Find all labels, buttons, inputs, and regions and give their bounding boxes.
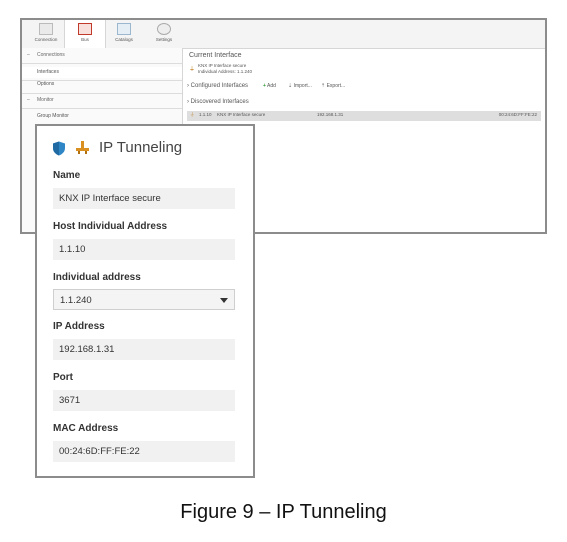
divider <box>22 63 182 64</box>
individual-address-select[interactable]: 1.1.240 <box>53 289 235 310</box>
ip-address-label: IP Address <box>53 321 105 332</box>
ip-tunneling-panel: IP Tunneling Name KNX IP Interface secur… <box>35 124 255 478</box>
figure-caption: Figure 9 – IP Tunneling <box>180 501 387 523</box>
sidebar-item-options[interactable]: Options <box>22 79 182 90</box>
export-icon: ⇡ <box>321 83 326 89</box>
row-name: KNX IP Interface secure <box>217 112 266 117</box>
sidebar-item-group-monitor[interactable]: Group Monitor <box>22 111 182 122</box>
host-individual-address-label: Host Individual Address <box>53 221 168 232</box>
plug-icon: ⏚ <box>189 67 196 73</box>
ip-address-field[interactable]: 192.168.1.31 <box>53 339 235 360</box>
current-interface-heading: Current Interface <box>189 52 242 59</box>
configured-interfaces-heading[interactable]: › Configured Interfaces <box>187 83 248 89</box>
toolbar-settings-label: Settings <box>155 37 173 42</box>
settings-icon <box>157 23 171 35</box>
chevron-down-icon: › <box>187 99 189 105</box>
name-field[interactable]: KNX IP Interface secure <box>53 188 235 209</box>
toolbar-connection-button[interactable]: Connection <box>26 20 66 47</box>
sidebar-item-interfaces[interactable]: Interfaces <box>22 67 182 78</box>
toolbar-settings-button[interactable]: Settings <box>144 20 184 47</box>
chevron-down-icon <box>220 298 228 303</box>
name-label: Name <box>53 170 81 181</box>
host-individual-address-field[interactable]: 1.1.10 <box>53 239 235 260</box>
mac-address-label: MAC Address <box>53 423 119 434</box>
sidebar-group-connections[interactable]: – Connections <box>22 50 182 61</box>
port-field[interactable]: 3671 <box>53 390 235 411</box>
import-icon: ⇣ <box>288 83 293 89</box>
import-button[interactable]: ⇣ Import... <box>288 83 312 89</box>
toolbar-catalogs-label: Catalogs <box>115 37 133 42</box>
discovered-interface-row[interactable]: ⏚ 1.1.10 KNX IP Interface secure 192.168… <box>187 111 541 121</box>
divider <box>22 93 182 94</box>
current-interface-name[interactable]: KNX IP Interface secure <box>198 63 246 68</box>
export-button[interactable]: ⇡ Export... <box>321 83 345 89</box>
plug-icon: ⏚ <box>190 112 195 117</box>
current-interface-address: Individual Address: 1.1.240 <box>198 69 253 74</box>
bus-icon <box>78 23 92 35</box>
shield-icon <box>53 141 65 156</box>
toolbar-connection-label: Connection <box>34 37 58 42</box>
row-ip: 192.168.1.31 <box>317 112 344 117</box>
collapse-icon: – <box>27 97 30 103</box>
individual-address-label: Individual address <box>53 272 141 283</box>
chevron-right-icon: › <box>187 83 189 89</box>
row-mac: 00:24:6D:FF:FE:22 <box>498 112 537 117</box>
port-label: Port <box>53 372 73 383</box>
mac-address-field[interactable]: 00:24:6D:FF:FE:22 <box>53 441 235 462</box>
toolbar: Connection Bus Catalogs Settings <box>22 20 545 49</box>
toolbar-bus-label: Bus <box>81 37 89 42</box>
connection-icon <box>39 23 53 35</box>
divider <box>22 108 182 109</box>
panel-title: IP Tunneling <box>99 139 183 156</box>
add-button[interactable]: + Add <box>263 83 276 89</box>
catalogs-icon <box>117 23 131 35</box>
row-address: 1.1.10 <box>199 112 212 117</box>
individual-address-value: 1.1.240 <box>60 295 92 306</box>
collapse-icon: – <box>27 52 30 58</box>
toolbar-catalogs-button[interactable]: Catalogs <box>104 20 144 47</box>
discovered-interfaces-heading[interactable]: › Discovered Interfaces <box>187 99 249 105</box>
sidebar-group-monitor[interactable]: – Monitor <box>22 95 182 106</box>
toolbar-bus-button[interactable]: Bus <box>64 20 106 48</box>
plug-icon <box>76 141 89 154</box>
plus-icon: + <box>263 83 266 89</box>
